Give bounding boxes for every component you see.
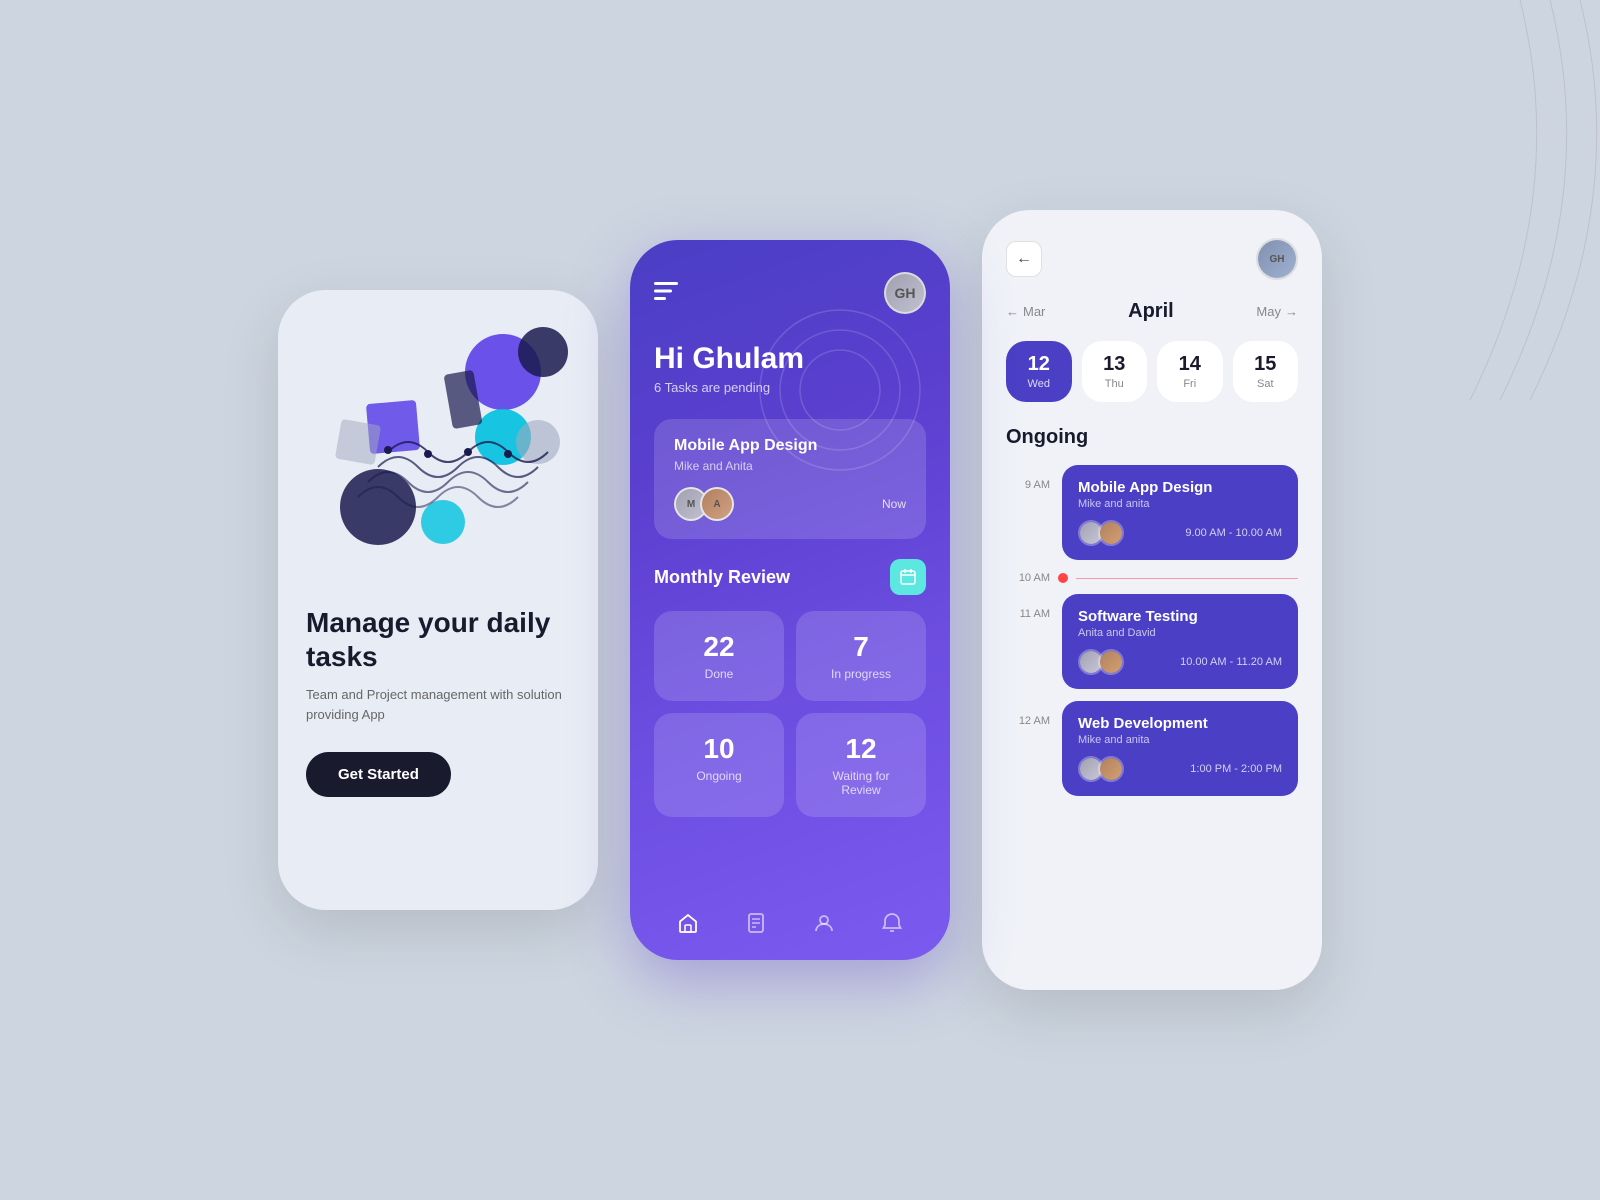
review-title: Monthly Review [654, 567, 790, 588]
phones-container: Manage your daily tasks Team and Project… [278, 210, 1322, 990]
avatar-anita: A [700, 487, 734, 521]
stat-ongoing-label: Ongoing [670, 769, 768, 783]
task-members: Mike and Anita [674, 459, 906, 473]
stat-inprogress-number: 7 [812, 631, 910, 663]
event2-time-range: 10.00 AM - 11.20 AM [1180, 656, 1282, 668]
monthly-review-section: Monthly Review 22 Done 7 In progress 10 … [654, 559, 926, 817]
date-15[interactable]: 15 Sat [1233, 341, 1299, 402]
stat-waiting-number: 12 [812, 733, 910, 765]
stat-ongoing-number: 10 [670, 733, 768, 765]
event3-card: Web Development Mike and anita 1:00 PM -… [1062, 701, 1298, 796]
stat-ongoing: 10 Ongoing [654, 713, 784, 817]
date-12[interactable]: 12 Wed [1006, 341, 1072, 402]
event3-time-range: 1:00 PM - 2:00 PM [1190, 763, 1282, 775]
next-month-button[interactable]: May → [1256, 304, 1298, 319]
event1-title: Mobile App Design [1078, 479, 1282, 496]
phone-calendar: ← GH ← Mar April May → 12 Wed 13 Thu 14 … [982, 210, 1322, 990]
event1-time-start: 9 AM [1006, 465, 1050, 491]
task-title: Mobile App Design [674, 437, 906, 455]
event3-subtitle: Mike and anita [1078, 734, 1282, 746]
event1-avatar2 [1098, 520, 1124, 546]
onboarding-title: Manage your daily tasks [306, 606, 570, 673]
timeline: 9 AM Mobile App Design Mike and anita 9.… [1006, 465, 1298, 962]
review-header: Monthly Review [654, 559, 926, 595]
greeting-name: Hi Ghulam [654, 342, 926, 376]
event1-card: Mobile App Design Mike and anita 9.00 AM… [1062, 465, 1298, 560]
menu-icon[interactable] [654, 279, 678, 307]
stat-done-label: Done [670, 667, 768, 681]
stats-grid: 22 Done 7 In progress 10 Ongoing 12 Wait… [654, 611, 926, 817]
event1-time-range: 9.00 AM - 10.00 AM [1185, 527, 1282, 539]
event2-footer: 10.00 AM - 11.20 AM [1078, 649, 1282, 675]
dashboard-header: GH [654, 272, 926, 314]
stat-done-number: 22 [670, 631, 768, 663]
event3-avatar2 [1098, 756, 1124, 782]
user-avatar[interactable]: GH [884, 272, 926, 314]
calendar-header: ← GH [1006, 238, 1298, 280]
stat-inprogress-label: In progress [812, 667, 910, 681]
event2-card: Software Testing Anita and David 10.00 A… [1062, 594, 1298, 689]
stat-waiting-label: Waiting for Review [812, 769, 910, 797]
get-started-button[interactable]: Get Started [306, 752, 451, 797]
nav-notifications[interactable] [881, 912, 903, 940]
timeline-event-3[interactable]: 12 AM Web Development Mike and anita 1:0… [1006, 701, 1298, 796]
nav-home[interactable] [677, 912, 699, 940]
tasks-pending: 6 Tasks are pending [654, 380, 926, 395]
ongoing-section-title: Ongoing [1006, 426, 1298, 449]
task-avatars: M A [674, 487, 726, 521]
timeline-event-1[interactable]: 9 AM Mobile App Design Mike and anita 9.… [1006, 465, 1298, 560]
avatar-image: GH [886, 274, 924, 312]
current-month: April [1128, 300, 1174, 323]
event3-title: Web Development [1078, 715, 1282, 732]
date-14[interactable]: 14 Fri [1157, 341, 1223, 402]
event2-avatar2 [1098, 649, 1124, 675]
event2-avatars [1078, 649, 1118, 675]
calendar-button[interactable] [890, 559, 926, 595]
event2-time-start: 11 AM [1006, 594, 1050, 620]
bottom-nav [654, 896, 926, 960]
task-footer: M A Now [674, 487, 906, 521]
event3-footer: 1:00 PM - 2:00 PM [1078, 756, 1282, 782]
nav-documents[interactable] [745, 912, 767, 940]
greeting-section: Hi Ghulam 6 Tasks are pending [654, 342, 926, 395]
event2-subtitle: Anita and David [1078, 627, 1282, 639]
event2-title: Software Testing [1078, 608, 1282, 625]
onboarding-text: Manage your daily tasks Team and Project… [306, 606, 570, 797]
event1-avatars [1078, 520, 1118, 546]
task-time-badge: Now [882, 497, 906, 511]
event3-avatars [1078, 756, 1118, 782]
phone-dashboard: GH Hi Ghulam 6 Tasks are pending Mobile … [630, 240, 950, 960]
event1-footer: 9.00 AM - 10.00 AM [1078, 520, 1282, 546]
date-selector: 12 Wed 13 Thu 14 Fri 15 Sat [1006, 341, 1298, 402]
art-illustration [308, 322, 568, 582]
event3-time-start: 12 AM [1006, 701, 1050, 727]
month-navigation: ← Mar April May → [1006, 300, 1298, 323]
event1-subtitle: Mike and anita [1078, 498, 1282, 510]
back-button[interactable]: ← [1006, 241, 1042, 277]
onboarding-subtitle: Team and Project management with solutio… [306, 685, 570, 724]
date-13[interactable]: 13 Thu [1082, 341, 1148, 402]
nav-profile[interactable] [813, 912, 835, 940]
timeline-event-2[interactable]: 11 AM Software Testing Anita and David 1… [1006, 594, 1298, 689]
cal-user-avatar: GH [1256, 238, 1298, 280]
active-task-card[interactable]: Mobile App Design Mike and Anita M A Now [654, 419, 926, 539]
stat-inprogress: 7 In progress [796, 611, 926, 701]
stat-waiting: 12 Waiting for Review [796, 713, 926, 817]
stat-done: 22 Done [654, 611, 784, 701]
phone-onboarding: Manage your daily tasks Team and Project… [278, 290, 598, 910]
prev-month-button[interactable]: ← Mar [1006, 304, 1045, 319]
